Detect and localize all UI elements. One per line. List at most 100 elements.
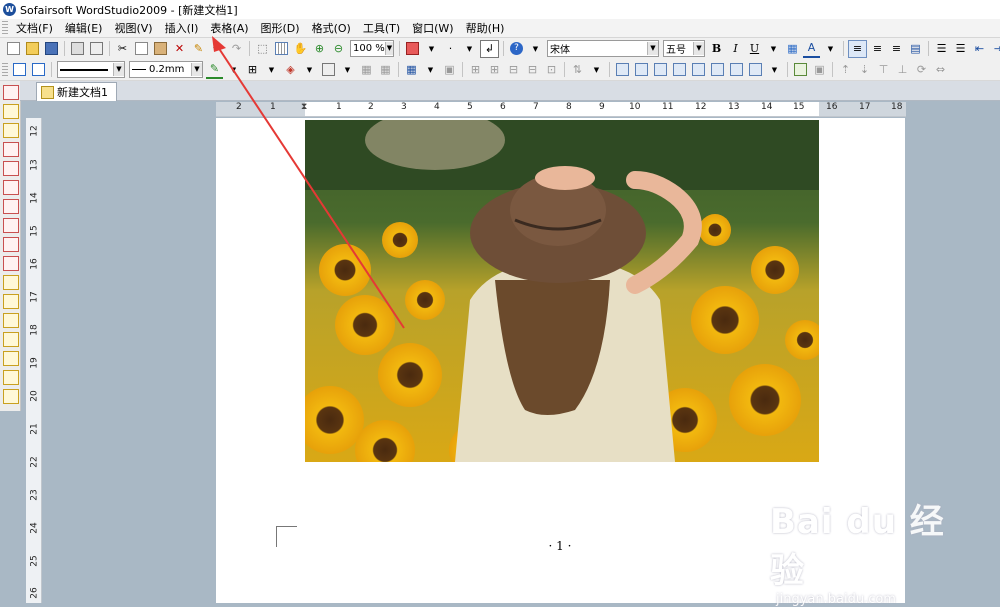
insert-column-icon[interactable]: ⊞: [486, 62, 503, 78]
flip-icon[interactable]: ⇔: [932, 62, 949, 78]
chevron-down-icon[interactable]: ▼: [527, 41, 544, 57]
menu-graphics[interactable]: 图形(D): [255, 20, 306, 36]
border-icon[interactable]: ⊞: [244, 62, 261, 78]
increase-indent-icon[interactable]: ⇥: [990, 41, 1000, 57]
tab-document-1[interactable]: 新建文档1: [36, 82, 117, 101]
pen-tool-icon[interactable]: [3, 332, 19, 347]
dot-icon[interactable]: ·: [442, 41, 459, 57]
menu-document[interactable]: 文档(F): [10, 20, 59, 36]
chevron-down-icon[interactable]: ▼: [822, 41, 839, 57]
ungroup-icon[interactable]: ▣: [811, 62, 828, 78]
delete-icon[interactable]: ✕: [171, 41, 188, 57]
chevron-down-icon[interactable]: ▼: [422, 62, 439, 78]
split-icon[interactable]: ▦: [377, 62, 394, 78]
format-painter-icon[interactable]: ✎: [190, 41, 207, 57]
shape-star-icon[interactable]: [728, 62, 745, 78]
snap-tool-icon[interactable]: [3, 199, 19, 214]
menu-tools[interactable]: 工具(T): [357, 20, 406, 36]
menu-window[interactable]: 窗口(W): [406, 20, 459, 36]
vertical-ruler[interactable]: 12 13 14 15 16 17 18 19 20 21 22 23 24 2…: [26, 118, 42, 603]
send-back-icon[interactable]: ⇣: [856, 62, 873, 78]
snap-tool-icon[interactable]: [3, 161, 19, 176]
chevron-down-icon[interactable]: ▼: [765, 41, 782, 57]
justify-icon[interactable]: ▤: [907, 41, 924, 57]
print-preview-icon[interactable]: [88, 41, 105, 57]
delete-column-icon[interactable]: ⊟: [524, 62, 541, 78]
indent-marker-icon[interactable]: ⧗: [301, 102, 307, 112]
line-break-icon[interactable]: ↲: [480, 39, 499, 58]
pen-tool-icon[interactable]: [3, 275, 19, 290]
chevron-down-icon[interactable]: ▼: [423, 41, 440, 57]
save-icon[interactable]: [43, 41, 60, 57]
shadow-icon[interactable]: [320, 62, 337, 78]
chevron-down-icon[interactable]: ▼: [461, 41, 478, 57]
shape-arrow-icon[interactable]: [690, 62, 707, 78]
cut-icon[interactable]: ✂: [114, 41, 131, 57]
delete-row-icon[interactable]: ⊟: [505, 62, 522, 78]
bring-front-icon[interactable]: ⇡: [837, 62, 854, 78]
magnet-icon[interactable]: [3, 85, 19, 100]
line-width-select[interactable]: 0.2mm ▼: [129, 61, 203, 78]
line-color-icon[interactable]: ✎: [206, 61, 223, 79]
shape-round-icon[interactable]: [633, 62, 650, 78]
table-frame-icon[interactable]: ▣: [441, 62, 458, 78]
zoom-select[interactable]: 100 % ▼: [350, 40, 394, 57]
font-color-icon[interactable]: A: [803, 40, 820, 58]
decrease-indent-icon[interactable]: ⇤: [971, 41, 988, 57]
bold-button[interactable]: B: [708, 41, 725, 57]
menu-format[interactable]: 格式(O): [306, 20, 357, 36]
menu-insert[interactable]: 插入(I): [159, 20, 205, 36]
pen-tool-icon[interactable]: [3, 389, 19, 404]
chevron-down-icon[interactable]: ▼: [263, 62, 280, 78]
grid-icon[interactable]: [273, 41, 290, 57]
text-frame-icon[interactable]: [11, 62, 28, 78]
sort-icon[interactable]: ⇅: [569, 62, 586, 78]
pen-tool-icon[interactable]: [3, 351, 19, 366]
align-objects-icon[interactable]: ⊤: [875, 62, 892, 78]
clear-icon[interactable]: [3, 123, 19, 138]
line-style-select[interactable]: ▼: [57, 61, 125, 78]
copy-icon[interactable]: [133, 41, 150, 57]
menu-table[interactable]: 表格(A): [204, 20, 254, 36]
print-icon[interactable]: [69, 41, 86, 57]
shape-banner-icon[interactable]: [747, 62, 764, 78]
menu-view[interactable]: 视图(V): [108, 20, 158, 36]
chevron-down-icon[interactable]: ▼: [113, 63, 124, 76]
shape-text-icon[interactable]: [671, 62, 688, 78]
open-folder-icon[interactable]: [24, 41, 41, 57]
chevron-down-icon[interactable]: ▼: [588, 62, 605, 78]
chevron-down-icon[interactable]: ▼: [766, 62, 783, 78]
snap-tool-icon[interactable]: [3, 180, 19, 195]
redo-icon[interactable]: ↷: [228, 41, 245, 57]
menu-help[interactable]: 帮助(H): [460, 20, 511, 36]
highlight-icon[interactable]: ▦: [784, 41, 801, 57]
insert-image-icon[interactable]: [404, 41, 421, 57]
zoom-in-icon[interactable]: ⊕: [311, 41, 328, 57]
table-icon[interactable]: ▦: [403, 62, 420, 78]
zoom-out-icon[interactable]: ⊖: [330, 41, 347, 57]
chevron-down-icon[interactable]: ▼: [191, 63, 202, 76]
numbered-list-icon[interactable]: ☰: [952, 41, 969, 57]
new-document-icon[interactable]: [5, 41, 22, 57]
fill-color-icon[interactable]: ◈: [282, 62, 299, 78]
menubar-grip[interactable]: [2, 21, 8, 35]
select-icon[interactable]: ⬚: [254, 41, 271, 57]
group-icon[interactable]: [792, 62, 809, 78]
cell-props-icon[interactable]: ⊡: [543, 62, 560, 78]
rotate-icon[interactable]: ⟳: [913, 62, 930, 78]
chevron-down-icon[interactable]: ▼: [225, 62, 242, 78]
undo-icon[interactable]: ↶: [209, 41, 226, 57]
shape-rect-icon[interactable]: [614, 62, 631, 78]
align-right-icon[interactable]: ≡: [888, 41, 905, 57]
pen-tool-icon[interactable]: [3, 294, 19, 309]
align-left-icon[interactable]: ≡: [848, 39, 867, 58]
edit-frame-icon[interactable]: [30, 62, 47, 78]
snap-grid-icon[interactable]: [3, 256, 19, 271]
shape-ellipse-icon[interactable]: [652, 62, 669, 78]
hand-icon[interactable]: ✋: [292, 41, 309, 57]
align-center-icon[interactable]: ≡: [869, 41, 886, 57]
font-size-select[interactable]: 五号 ▼: [663, 40, 705, 57]
pen-tool-icon[interactable]: [3, 370, 19, 385]
chevron-down-icon[interactable]: ▼: [647, 42, 658, 55]
bullet-list-icon[interactable]: ☰: [933, 41, 950, 57]
